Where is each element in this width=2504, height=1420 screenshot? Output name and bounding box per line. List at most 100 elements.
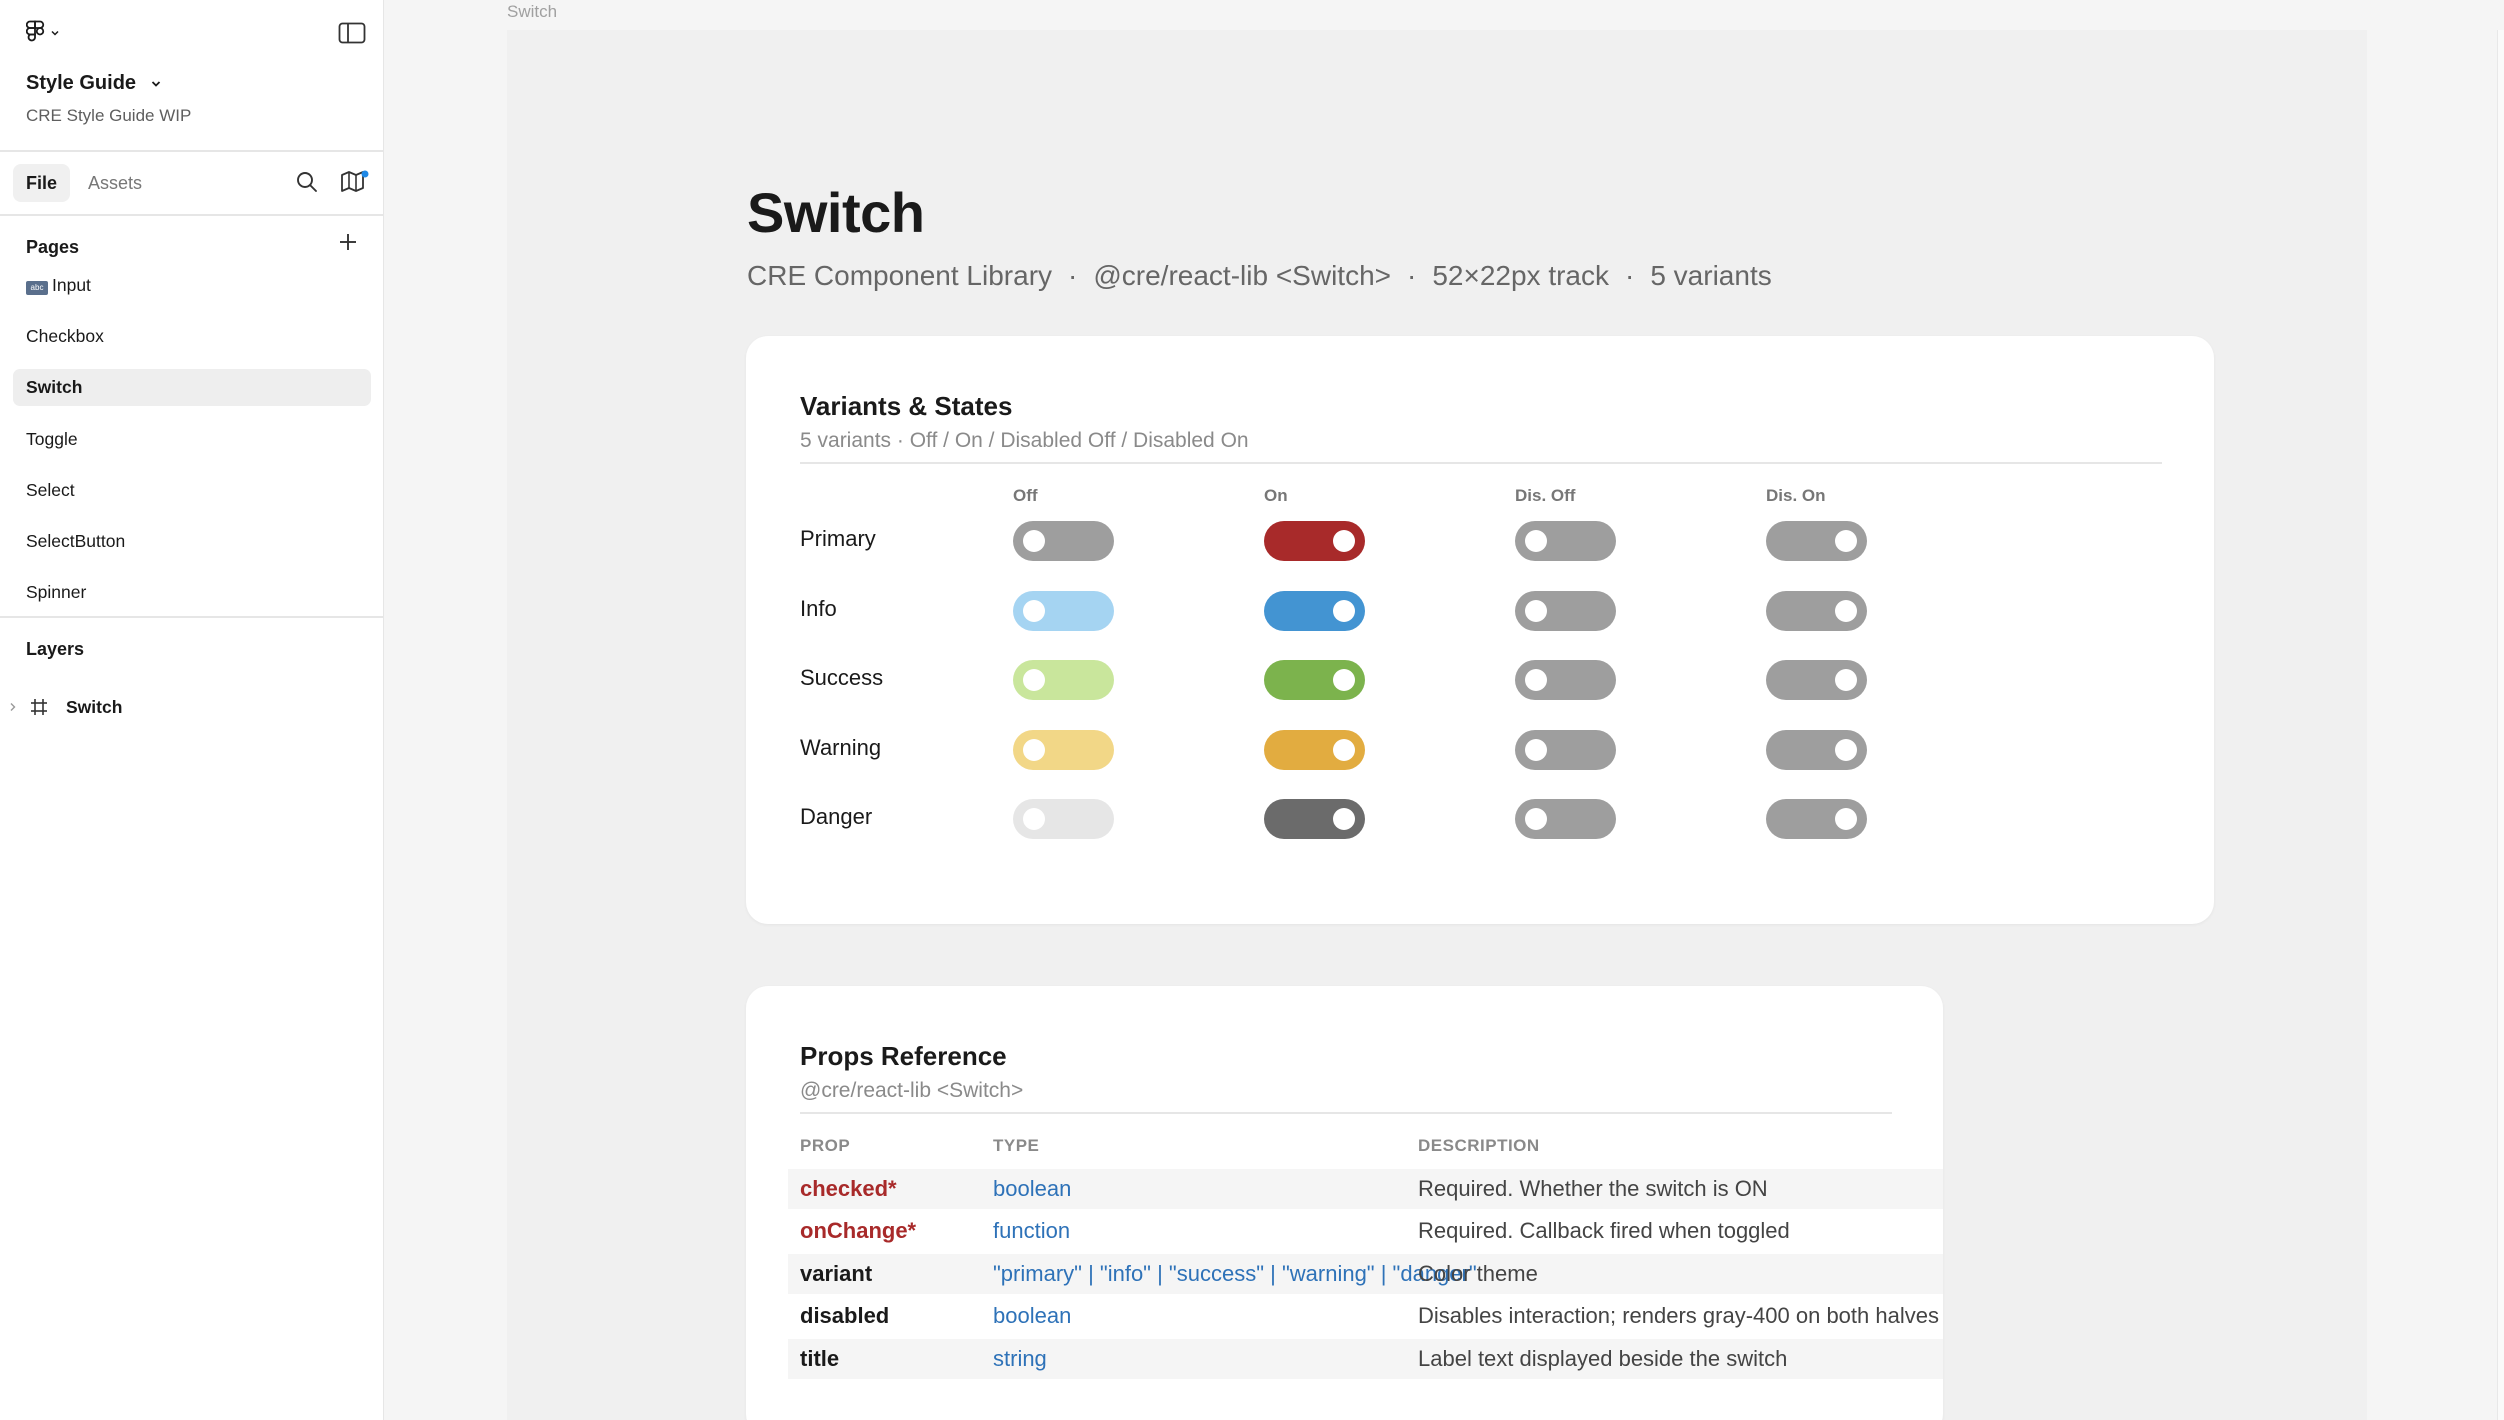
divider [0,616,383,618]
variant-label-info: Info [800,596,837,621]
divider [0,214,383,216]
switch-warning-on[interactable] [1264,730,1365,770]
chevron-down-icon [151,80,161,87]
prop-name: onChange* [800,1218,917,1243]
switch-knob [1525,739,1547,761]
file-subtitle: CRE Style Guide WIP [26,106,192,125]
prop-type: function [993,1218,1071,1243]
card-title: Variants & States [800,391,1013,421]
switch-knob [1333,530,1355,552]
page-title: Switch [747,181,925,244]
card-title: Props Reference [800,1041,1007,1071]
switch-success-off[interactable] [1013,660,1114,700]
meta-track-size: 52×22px track [1432,260,1609,291]
library-button[interactable] [339,170,369,201]
switch-knob [1835,600,1857,622]
variants-card: Variants & States 5 variants · Off / On … [746,336,2214,924]
prop-type: boolean [993,1176,1072,1201]
switch-primary-disabled-off [1515,521,1616,561]
chevron-right-icon[interactable] [8,701,18,713]
file-title: Style Guide [26,72,137,94]
table-row: title string Label text displayed beside t… [788,1339,1943,1379]
table-row: onChange* function Required. Callback fire… [788,1211,1943,1251]
frame-label[interactable]: Switch [507,2,557,22]
card-subtitle: @cre/react-lib <Switch> [800,1079,1024,1102]
chevron-down-icon [51,30,59,36]
design-canvas[interactable]: Switch Switch CRE Component Library · @cre… [385,0,2504,1420]
prop-type: boolean [993,1303,1072,1328]
switch-danger-disabled-off [1515,799,1616,839]
divider [800,1112,1892,1114]
switch-knob [1835,739,1857,761]
switch-knob [1835,669,1857,691]
frame-icon [31,699,47,715]
file-title-button[interactable]: Style Guide [26,72,162,95]
switch-primary-disabled-on [1766,521,1867,561]
prop-type: string [993,1346,1047,1371]
page-meta: CRE Component Library · @cre/react-lib <Sw… [747,260,1772,291]
pages-header: Pages [26,237,80,257]
prop-name: title [800,1346,840,1371]
prop-type: "primary" | "info" | "success" | "warnin… [993,1261,1477,1286]
switch-danger-on[interactable] [1264,799,1365,839]
page-item-checkbox[interactable]: Checkbox [13,318,371,355]
page-item-input[interactable]: abc Input [13,267,371,304]
column-header-on: On [1264,486,1288,505]
switch-knob [1023,739,1045,761]
prop-description: Label text displayed beside the switch [1418,1346,1788,1371]
switch-primary-on[interactable] [1264,521,1365,561]
switch-info-disabled-off [1515,591,1616,631]
switch-success-disabled-on [1766,660,1867,700]
toggle-sidebar-button[interactable] [338,22,366,49]
switch-info-on[interactable] [1264,591,1365,631]
sidebar-panel-icon [338,22,366,44]
tab-assets[interactable]: Assets [75,164,155,202]
meta-variant-count: 5 variants [1650,260,1772,291]
switch-warning-off[interactable] [1013,730,1114,770]
prop-name: variant [800,1261,873,1286]
variant-label-danger: Danger [800,804,873,829]
page-item-select[interactable]: Select [13,472,371,509]
switch-danger-disabled-on [1766,799,1867,839]
tab-file[interactable]: File [13,164,71,202]
layer-item-switch[interactable]: Switch [8,694,122,720]
switch-knob [1835,530,1857,552]
switch-knob [1023,600,1045,622]
divider [0,150,383,152]
page-item-spinner[interactable]: Spinner [13,574,371,611]
switch-info-off[interactable] [1013,591,1114,631]
variant-label-primary: Primary [800,526,876,551]
switch-knob [1023,669,1045,691]
page-item-label: Input [52,275,91,295]
plus-icon [340,234,356,250]
switch-success-on[interactable] [1264,660,1365,700]
page-item-switch[interactable]: Switch [13,369,371,406]
switch-knob [1023,530,1045,552]
main-menu-button[interactable] [26,20,60,46]
switch-frame[interactable]: Switch CRE Component Library · @cre/react-… [507,30,2367,1420]
sidebar-toolbar [26,20,366,50]
prop-description: Required. Whether the switch is ON [1418,1176,1768,1201]
switch-knob [1023,808,1045,830]
divider [800,462,2162,464]
search-button[interactable] [295,170,319,199]
library-book-icon [341,170,369,192]
text-input-icon: abc [26,281,48,295]
switch-success-disabled-off [1515,660,1616,700]
layers-header: Layers [26,639,85,659]
page-item-selectbutton[interactable]: SelectButton [13,523,371,560]
switch-knob [1333,600,1355,622]
switch-knob [1525,808,1547,830]
add-page-button[interactable] [338,232,358,257]
switch-knob [1525,530,1547,552]
switch-knob [1333,808,1355,830]
page-item-toggle[interactable]: Toggle [13,421,371,458]
prop-description: Disables interaction; renders gray-400 o… [1418,1303,1939,1328]
switch-danger-off[interactable] [1013,799,1114,839]
switch-info-disabled-on [1766,591,1867,631]
switch-primary-off[interactable] [1013,521,1114,561]
prop-name: disabled [800,1303,890,1328]
column-header-disabled-off: Dis. Off [1515,486,1576,505]
column-header-disabled-on: Dis. On [1766,486,1826,505]
variant-label-warning: Warning [800,735,882,760]
